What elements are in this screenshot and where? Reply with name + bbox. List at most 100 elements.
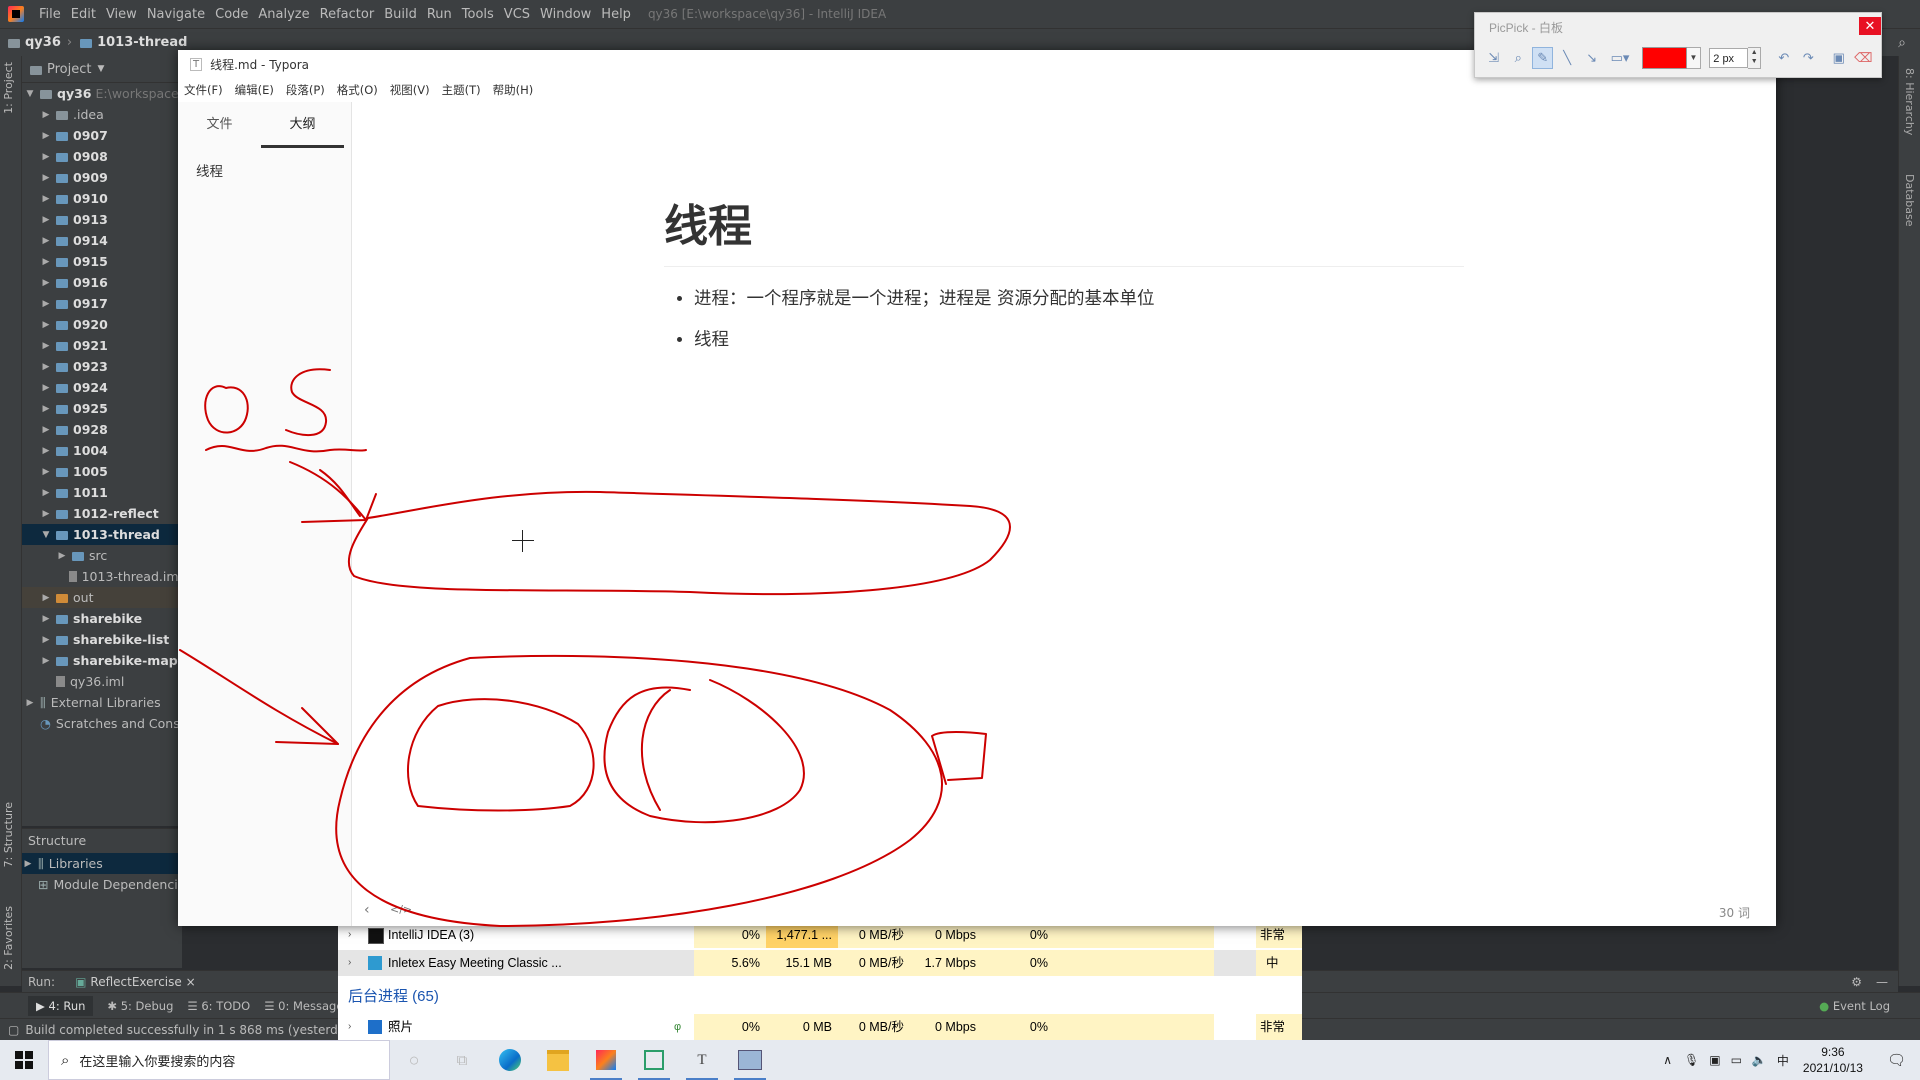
process-row[interactable]: › 照片 φ 0% 0 MB 0 MB/秒 0 Mbps 0% 非常 bbox=[338, 1014, 1302, 1040]
expand-arrow-icon[interactable]: ▶ bbox=[24, 698, 36, 708]
expand-arrow-icon[interactable]: ▶ bbox=[40, 509, 52, 519]
ide-menu-file[interactable]: File bbox=[34, 7, 66, 22]
tree-item[interactable]: ▶ sharebike-list bbox=[22, 629, 182, 650]
breadcrumb-module[interactable]: 1013-thread bbox=[80, 35, 187, 50]
expand-arrow-icon[interactable]: ▶ bbox=[40, 320, 52, 330]
clock[interactable]: 9:36 2021/10/13 bbox=[1803, 1044, 1863, 1076]
chevron-down-icon[interactable]: ▼ bbox=[1686, 47, 1702, 69]
structure-tool-tab[interactable]: 7: Structure bbox=[2, 802, 15, 867]
pen-tool-icon[interactable]: ✎ bbox=[1531, 47, 1554, 69]
expand-arrow-icon[interactable]: ▶ bbox=[40, 404, 52, 414]
ide-menu-build[interactable]: Build bbox=[379, 7, 422, 22]
process-row[interactable]: › Inletex Easy Meeting Classic ... 5.6% … bbox=[338, 950, 1302, 976]
expand-arrow-icon[interactable]: ▶ bbox=[56, 551, 68, 561]
expand-arrow-icon[interactable]: ▶ bbox=[40, 446, 52, 456]
ide-menu-tools[interactable]: Tools bbox=[457, 7, 499, 22]
tree-item[interactable]: ▶ 0910 bbox=[22, 188, 182, 209]
tab-outline[interactable]: 大纲 bbox=[261, 102, 344, 148]
source-mode-icon[interactable]: </> bbox=[390, 903, 412, 916]
expand-arrow-icon[interactable]: ▶ bbox=[40, 341, 52, 351]
undo-icon[interactable]: ↶ bbox=[1773, 47, 1794, 69]
hierarchy-tool-tab[interactable]: 8: Hierarchy bbox=[1903, 68, 1916, 135]
tab-messages[interactable]: ☰ 0: Messages bbox=[264, 999, 349, 1013]
bullet-item[interactable]: 进程：一个程序就是一个进程；进程是 资源分配的基本单位 bbox=[694, 285, 1464, 310]
expand-arrow-icon[interactable]: ▶ bbox=[40, 131, 52, 141]
typora-menu-format[interactable]: 格式(O) bbox=[331, 82, 384, 98]
taskbar-intellij[interactable] bbox=[582, 1040, 630, 1080]
tree-item[interactable]: 1013-thread.iml bbox=[22, 566, 182, 587]
ide-menu-edit[interactable]: Edit bbox=[66, 7, 101, 22]
tree-item[interactable]: ▶ 0909 bbox=[22, 167, 182, 188]
typora-menu-view[interactable]: 视图(V) bbox=[384, 82, 436, 98]
tree-item[interactable]: ▶ src bbox=[22, 545, 182, 566]
tab-debug[interactable]: ✱ 5: Debug bbox=[107, 999, 173, 1013]
zoom-tool-icon[interactable]: ⌕ bbox=[1507, 47, 1528, 69]
expand-arrow-icon[interactable]: ▶ bbox=[40, 173, 52, 183]
expand-arrow-icon[interactable]: ▶ bbox=[40, 488, 52, 498]
expand-arrow-icon[interactable]: ▶ bbox=[40, 425, 52, 435]
typora-menu-paragraph[interactable]: 段落(P) bbox=[280, 82, 331, 98]
pen-color-swatch[interactable] bbox=[1641, 47, 1687, 69]
expand-arrow-icon[interactable]: ▶ bbox=[40, 194, 52, 204]
bullet-item[interactable]: 线程 bbox=[694, 326, 1464, 351]
tree-item[interactable]: ▶ 0907 bbox=[22, 125, 182, 146]
expand-arrow-icon[interactable]: ▶ bbox=[40, 257, 52, 267]
expand-arrow-icon[interactable]: ▶ bbox=[40, 152, 52, 162]
document-heading[interactable]: 线程 bbox=[664, 190, 1464, 267]
tree-item[interactable]: ▶ 0925 bbox=[22, 398, 182, 419]
taskbar-search[interactable]: ⌕ 在这里输入你要搜索的内容 bbox=[48, 1040, 390, 1080]
search-everywhere-icon[interactable]: ⌕ bbox=[1898, 35, 1906, 51]
taskbar-task-manager[interactable] bbox=[630, 1040, 678, 1080]
expand-arrow-icon[interactable]: ▶ bbox=[40, 656, 52, 666]
expand-arrow-icon[interactable]: ▶ bbox=[40, 467, 52, 477]
minimize-icon[interactable]: — bbox=[1876, 975, 1888, 989]
tree-item[interactable]: ▶ sharebike-map bbox=[22, 650, 182, 671]
chevron-up-icon[interactable]: ∧ bbox=[1663, 1053, 1672, 1067]
taskbar-file-explorer[interactable] bbox=[534, 1040, 582, 1080]
expand-arrow-icon[interactable]: ▶ bbox=[40, 383, 52, 393]
volume-icon[interactable]: 🔈 bbox=[1752, 1053, 1767, 1067]
microphone-icon[interactable]: 🎙 bbox=[1684, 1053, 1699, 1067]
gear-icon[interactable]: ⚙ bbox=[1851, 975, 1862, 989]
tree-root[interactable]: ▼ qy36 E:\workspace bbox=[22, 83, 182, 104]
tree-item[interactable]: ▶ 0914 bbox=[22, 230, 182, 251]
tab-todo[interactable]: ☰ 6: TODO bbox=[187, 999, 250, 1013]
notification-icon[interactable]: 🗨 bbox=[1887, 1051, 1906, 1069]
taskbar-picpick[interactable] bbox=[726, 1040, 774, 1080]
start-button[interactable] bbox=[0, 1040, 48, 1080]
pen-size-input[interactable]: 2 px bbox=[1709, 48, 1749, 68]
tree-item[interactable]: ▶ 0923 bbox=[22, 356, 182, 377]
expand-chevron-icon[interactable]: › bbox=[348, 950, 351, 976]
expand-arrow-icon[interactable]: ▼ bbox=[24, 89, 36, 99]
display-icon[interactable]: ▣ bbox=[1709, 1053, 1720, 1067]
tree-item[interactable]: ▶ 0924 bbox=[22, 377, 182, 398]
outline-item[interactable]: 线程 bbox=[196, 160, 351, 180]
project-panel-header[interactable]: Project ▼ bbox=[22, 56, 182, 83]
expand-arrow-icon[interactable]: ▶ bbox=[40, 236, 52, 246]
tree-item[interactable]: ▶ 0917 bbox=[22, 293, 182, 314]
tree-item[interactable]: ▶ .idea bbox=[22, 104, 182, 125]
ide-menu-analyze[interactable]: Analyze bbox=[253, 7, 314, 22]
expand-arrow-icon[interactable]: ▶ bbox=[40, 278, 52, 288]
taskbar-typora[interactable]: T bbox=[678, 1040, 726, 1080]
tree-scratches[interactable]: ◔ Scratches and Consoles bbox=[22, 713, 182, 734]
project-tool-tab[interactable]: 1: Project bbox=[2, 62, 15, 114]
tree-item[interactable]: ▶ 0908 bbox=[22, 146, 182, 167]
expand-arrow-icon[interactable]: ▶ bbox=[40, 362, 52, 372]
ide-menu-refactor[interactable]: Refactor bbox=[315, 7, 380, 22]
expand-arrow-icon[interactable]: ▼ bbox=[40, 530, 52, 540]
ime-indicator[interactable]: 中 bbox=[1777, 1052, 1789, 1069]
toggle-sidebar-icon[interactable]: ‹ bbox=[364, 902, 370, 918]
tree-item[interactable]: ▶ 0920 bbox=[22, 314, 182, 335]
event-log-button[interactable]: ● Event Log bbox=[1819, 999, 1890, 1013]
structure-item-module-dependencies[interactable]: ⊞ Module Dependencies bbox=[22, 874, 182, 895]
ide-menu-help[interactable]: Help bbox=[596, 7, 636, 22]
pen-size-stepper[interactable]: ▲ ▼ bbox=[1748, 47, 1762, 69]
close-button[interactable]: ✕ bbox=[1859, 17, 1881, 35]
tree-item[interactable]: ▶ out bbox=[22, 587, 182, 608]
document-bullet-list[interactable]: 进程：一个程序就是一个进程；进程是 资源分配的基本单位 线程 bbox=[664, 285, 1464, 351]
typora-menu-help[interactable]: 帮助(H) bbox=[487, 82, 540, 98]
tab-run[interactable]: ▶ 4: Run bbox=[28, 995, 94, 1016]
tree-external-libraries[interactable]: ▶ ⫼ External Libraries bbox=[22, 692, 182, 713]
ide-menu-window[interactable]: Window bbox=[535, 7, 596, 22]
